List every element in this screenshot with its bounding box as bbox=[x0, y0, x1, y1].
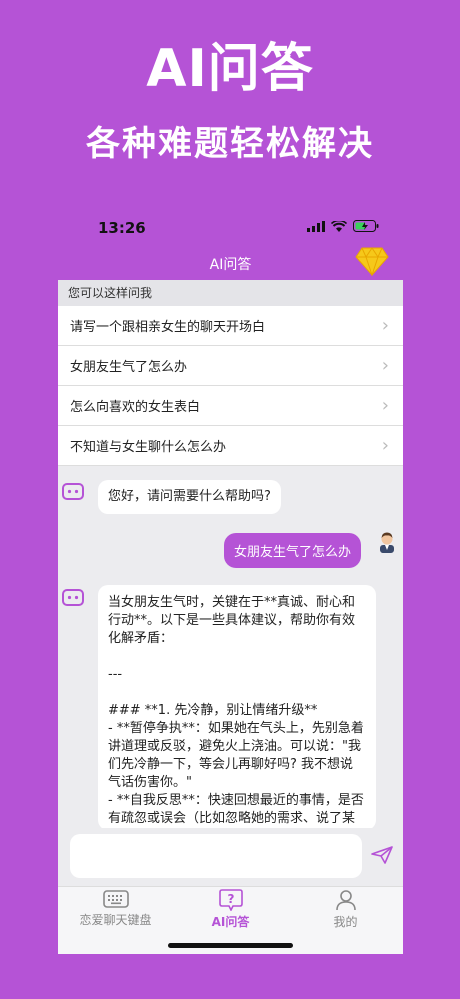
question-icon: ? bbox=[218, 889, 243, 911]
input-bar bbox=[58, 828, 403, 886]
promo-subtitle: 各种难题轻松解决 bbox=[86, 124, 374, 164]
chevron-right-icon: › bbox=[381, 315, 389, 336]
person-icon bbox=[335, 890, 356, 911]
status-icons bbox=[307, 220, 379, 232]
promo-title: AI问答 bbox=[146, 39, 314, 99]
suggestion-item[interactable]: 怎么向喜欢的女生表白 › bbox=[58, 386, 403, 426]
robot-icon bbox=[62, 483, 84, 500]
tab-keyboard[interactable]: 恋爱聊天键盘 bbox=[58, 889, 173, 928]
status-time: 13:26 bbox=[98, 219, 146, 237]
tab-bar: 恋爱聊天键盘 ? AI问答 我的 bbox=[58, 886, 403, 954]
suggestion-label: 不知道与女生聊什么怎么办 bbox=[70, 440, 227, 455]
suggestions-header: 您可以这样问我 bbox=[58, 280, 403, 306]
suggestion-label: 女朋友生气了怎么办 bbox=[70, 360, 188, 375]
diamond-icon[interactable] bbox=[355, 246, 389, 276]
keyboard-icon bbox=[102, 890, 129, 908]
message-input[interactable] bbox=[70, 834, 362, 878]
chevron-right-icon: › bbox=[381, 435, 389, 456]
battery-icon bbox=[353, 220, 379, 232]
svg-text:?: ? bbox=[227, 892, 234, 906]
send-icon[interactable] bbox=[371, 846, 393, 864]
bot-answer-bubble: 当女朋友生气时，关键在于**真诚、耐心和行动**。以下是一些具体建议，帮助你有效… bbox=[98, 585, 376, 830]
page-title: AI问答 bbox=[209, 257, 252, 273]
wifi-icon bbox=[331, 220, 347, 232]
chevron-right-icon: › bbox=[381, 355, 389, 376]
bot-answer-text: 当女朋友生气时，关键在于**真诚、耐心和行动**。以下是一些具体建议，帮助你有效… bbox=[108, 595, 364, 830]
tab-me[interactable]: 我的 bbox=[288, 889, 403, 930]
robot-icon bbox=[62, 589, 84, 606]
suggestion-item[interactable]: 请写一个跟相亲女生的聊天开场白 › bbox=[58, 306, 403, 346]
user-message-text: 女朋友生气了怎么办 bbox=[233, 545, 351, 560]
status-bar: 13:26 bbox=[58, 204, 403, 248]
bot-greeting-text: 您好，请问需要什么帮助吗? bbox=[108, 489, 271, 504]
tab-label: 我的 bbox=[333, 915, 358, 929]
tab-ai-qa[interactable]: ? AI问答 bbox=[173, 889, 288, 930]
phone-screen: 13:26 AI问答 您可以这样问我 请写一个跟相亲女生的聊天开场白 › 女朋友… bbox=[58, 204, 403, 954]
suggestion-item[interactable]: 女朋友生气了怎么办 › bbox=[58, 346, 403, 386]
suggestion-label: 怎么向喜欢的女生表白 bbox=[70, 400, 201, 415]
suggestion-label: 请写一个跟相亲女生的聊天开场白 bbox=[70, 320, 266, 335]
chevron-right-icon: › bbox=[381, 395, 389, 416]
signal-icon bbox=[307, 220, 325, 232]
tab-label: AI问答 bbox=[211, 915, 250, 929]
user-avatar-icon bbox=[380, 532, 394, 553]
suggestion-list: 请写一个跟相亲女生的聊天开场白 › 女朋友生气了怎么办 › 怎么向喜欢的女生表白… bbox=[58, 306, 403, 466]
home-indicator bbox=[168, 943, 293, 948]
bot-greeting-bubble: 您好，请问需要什么帮助吗? bbox=[98, 480, 281, 514]
user-message-bubble: 女朋友生气了怎么办 bbox=[223, 533, 361, 568]
suggestion-item[interactable]: 不知道与女生聊什么怎么办 › bbox=[58, 426, 403, 466]
tab-label: 恋爱聊天键盘 bbox=[79, 913, 152, 927]
nav-bar: AI问答 bbox=[58, 246, 403, 280]
